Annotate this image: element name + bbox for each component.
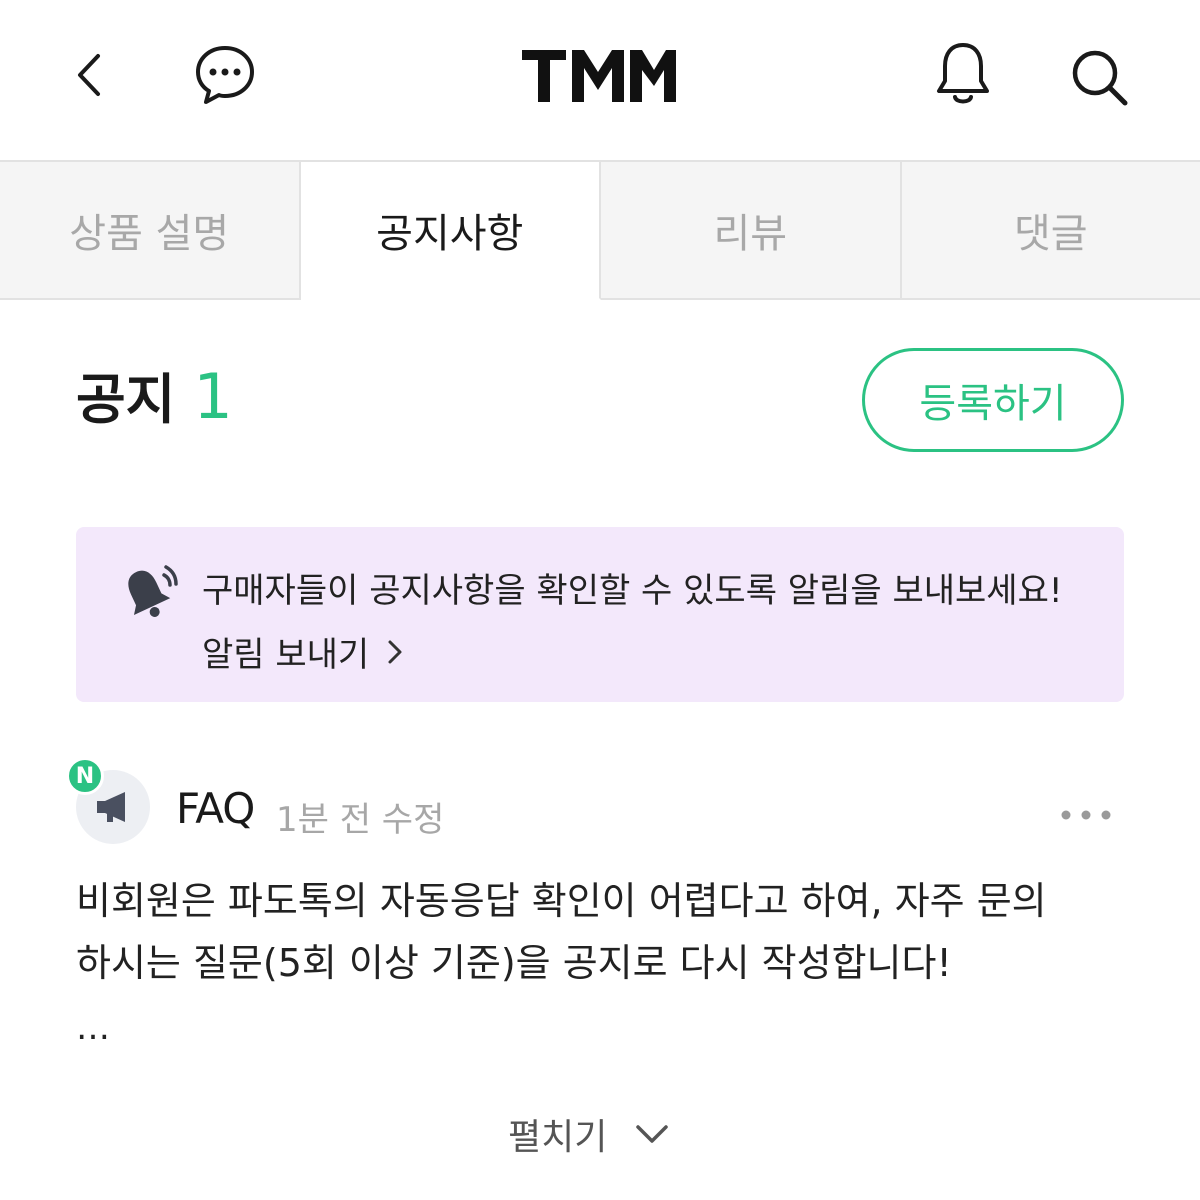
register-button[interactable]: 등록하기 [862, 348, 1124, 452]
chevron-down-icon [636, 1125, 669, 1143]
post-body-line: 비회원은 파도톡의 자동응답 확인이 어렵다고 하여, 자주 문의 [76, 879, 1047, 923]
post-time: 1분 전 수정 [276, 800, 445, 840]
tmm-logo [518, 46, 678, 106]
notice-title: 공지 [76, 368, 176, 431]
bell-icon[interactable] [928, 38, 998, 110]
tab-notices[interactable]: 공지사항 [300, 162, 601, 300]
more-options-icon[interactable] [1056, 800, 1116, 830]
send-notification-link[interactable]: 알림 보내기 [202, 627, 405, 676]
notice-count: 1 [193, 360, 233, 433]
notification-banner: 구매자들이 공지사항을 확인할 수 있도록 알림을 보내보세요! 알림 보내기 [76, 527, 1124, 702]
notice-header: 공지 1 [76, 355, 233, 434]
post-ellipsis: … [76, 1008, 112, 1048]
post-author: FAQ [176, 784, 255, 833]
chevron-right-icon [388, 640, 402, 663]
banner-message: 구매자들이 공지사항을 확인할 수 있도록 알림을 보내보세요! [202, 571, 1063, 611]
tab-product-description[interactable]: 상품 설명 [0, 162, 301, 300]
new-badge: N [66, 757, 104, 795]
post-body: 비회원은 파도톡의 자동응답 확인이 어렵다고 하여, 자주 문의 하시는 질문… [76, 870, 1124, 994]
expand-label: 펼치기 [508, 1117, 608, 1158]
chat-bubble-icon[interactable] [190, 40, 260, 110]
post-body-line: 하시는 질문(5회 이상 기준)을 공지로 다시 작성합니다! [76, 941, 952, 985]
send-notification-label: 알림 보내기 [202, 635, 370, 675]
megaphone-bell-icon [118, 557, 184, 623]
back-icon[interactable] [60, 45, 120, 105]
tab-reviews[interactable]: 리뷰 [601, 162, 902, 300]
megaphone-icon [97, 792, 125, 822]
tab-comments[interactable]: 댓글 [901, 162, 1200, 300]
tab-bar: 상품 설명 공지사항 리뷰 댓글 [0, 160, 1200, 300]
top-bar [0, 0, 1200, 160]
search-icon[interactable] [1064, 42, 1134, 112]
expand-button[interactable]: 펼치기 [508, 1108, 669, 1160]
